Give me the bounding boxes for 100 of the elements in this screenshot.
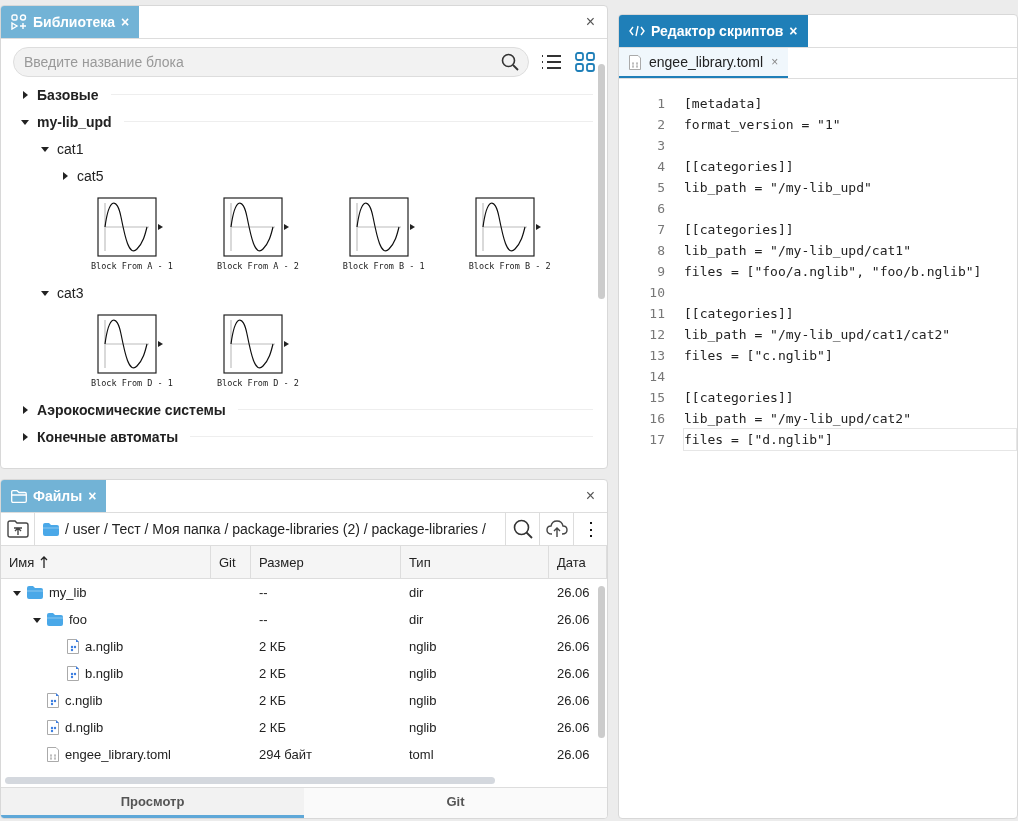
code-line: format_version = "1": [683, 116, 842, 134]
line-number: 17: [648, 432, 666, 447]
file-name[interactable]: foo: [69, 612, 88, 627]
search-field[interactable]: Введите название блока: [13, 47, 529, 77]
grid-view-button[interactable]: [573, 50, 597, 74]
tree-item[interactable]: Конечные автоматы: [37, 428, 179, 445]
code-line: [[categories]]: [683, 221, 795, 239]
code-icon: [629, 25, 645, 37]
file-icon: [67, 666, 79, 681]
caret-icon[interactable]: [41, 288, 49, 297]
blocks-icon: [11, 14, 27, 30]
date-cell: 26.06: [557, 585, 590, 600]
tab-close-button[interactable]: ×: [771, 55, 779, 69]
folder-icon: [47, 613, 63, 626]
line-number: 1: [656, 96, 666, 111]
search-icon[interactable]: [512, 519, 533, 539]
line-number: 12: [648, 327, 666, 342]
column-header[interactable]: Размер: [251, 546, 401, 579]
type-cell: nglib: [409, 666, 437, 681]
column-header[interactable]: Дата: [549, 546, 607, 579]
caret-icon[interactable]: [33, 615, 41, 624]
file-name[interactable]: my_lib: [49, 585, 87, 600]
breadcrumb-path[interactable]: / user / Тест / Моя папка / package-libraries (2) / package-libraries /: [65, 521, 486, 537]
block-label: Block From B - 1: [342, 261, 425, 271]
type-cell: nglib: [409, 639, 437, 654]
type-cell: dir: [409, 612, 424, 627]
line-number: 14: [648, 369, 666, 384]
code-line: lib_path = "/my-lib_upd/cat1": [683, 242, 912, 260]
date-cell: 26.06: [557, 720, 590, 735]
tree-item[interactable]: my-lib_upd: [37, 113, 112, 130]
caret-icon[interactable]: [21, 405, 29, 414]
line-number: 13: [648, 348, 666, 363]
tree-item[interactable]: cat3: [57, 284, 84, 301]
block-label: Block From D - 1: [91, 378, 173, 388]
panel-close-button[interactable]: ×: [573, 6, 607, 38]
line-number: 4: [656, 159, 666, 174]
folder-icon: [27, 586, 43, 599]
type-cell: nglib: [409, 693, 437, 708]
view-tab[interactable]: Просмотр: [1, 788, 304, 818]
size-cell: 294 байт: [259, 747, 312, 762]
folder-up-icon[interactable]: [6, 520, 29, 538]
scrollbar[interactable]: [598, 64, 605, 299]
sort-arrow-icon[interactable]: [40, 556, 49, 568]
caret-icon[interactable]: [13, 588, 21, 597]
date-cell: 26.06: [557, 693, 590, 708]
tree-item[interactable]: cat5: [77, 167, 104, 184]
file-tab[interactable]: engee_library.toml ×: [619, 48, 789, 78]
folder-icon: [11, 489, 27, 503]
panel-close-button[interactable]: ×: [573, 480, 607, 512]
column-header[interactable]: Имя: [1, 546, 211, 579]
size-cell: 2 КБ: [259, 639, 286, 654]
file-name[interactable]: d.nglib: [65, 720, 104, 735]
tree-item[interactable]: Аэрокосмические системы: [37, 401, 226, 418]
block-label: Block From A - 1: [91, 261, 173, 271]
line-number: 3: [656, 138, 666, 153]
date-cell: 26.06: [557, 639, 590, 654]
file-name[interactable]: a.nglib: [85, 639, 124, 654]
editor-tab[interactable]: Редактор скриптов ×: [619, 15, 808, 47]
search-icon[interactable]: [501, 53, 519, 71]
caret-icon[interactable]: [21, 90, 29, 99]
line-number: 5: [656, 180, 666, 195]
caret-icon[interactable]: [61, 171, 69, 180]
column-header[interactable]: Git: [211, 546, 251, 579]
more-button[interactable]: ⋮: [573, 513, 607, 545]
code-line: lib_path = "/my-lib_upd/cat1/cat2": [683, 326, 952, 344]
file-icon: [67, 639, 79, 654]
column-header[interactable]: Тип: [401, 546, 549, 579]
file-icon: [47, 693, 59, 708]
file-icon: [629, 54, 641, 70]
line-number: 15: [648, 390, 666, 405]
code-line: [metadata]: [683, 95, 764, 113]
cloud-upload-icon[interactable]: [545, 520, 568, 538]
code-line: lib_path = "/my-lib_upd": [683, 179, 873, 197]
line-number: 2: [656, 117, 666, 132]
line-number: 9: [656, 264, 666, 279]
type-cell: nglib: [409, 720, 437, 735]
size-cell: --: [259, 585, 268, 600]
file-name[interactable]: engee_library.toml: [65, 747, 171, 762]
tree-item[interactable]: cat1: [57, 140, 84, 157]
code-line: files = ["c.nglib"]: [683, 347, 834, 365]
scrollbar[interactable]: [5, 777, 495, 784]
file-name[interactable]: b.nglib: [85, 666, 124, 681]
caret-icon[interactable]: [21, 117, 29, 126]
line-number: 10: [648, 285, 666, 300]
date-cell: 26.06: [557, 612, 590, 627]
type-cell: toml: [409, 747, 434, 762]
scrollbar[interactable]: [598, 586, 605, 738]
block-label: Block From B - 2: [468, 261, 551, 271]
line-number: 6: [656, 201, 666, 216]
folder-icon: [43, 522, 59, 536]
tab-close-button[interactable]: ×: [789, 23, 798, 39]
code-line: files = ["foo/a.nglib", "foo/b.nglib"]: [683, 263, 983, 281]
tree-item[interactable]: Базовые: [37, 86, 99, 103]
code-line: [[categories]]: [683, 389, 795, 407]
block-label: Block From D - 2: [216, 378, 299, 388]
file-icon: [47, 747, 59, 762]
caret-icon[interactable]: [41, 144, 49, 153]
view-tab[interactable]: Git: [304, 788, 607, 818]
caret-icon[interactable]: [21, 432, 29, 441]
file-name[interactable]: c.nglib: [65, 693, 103, 708]
